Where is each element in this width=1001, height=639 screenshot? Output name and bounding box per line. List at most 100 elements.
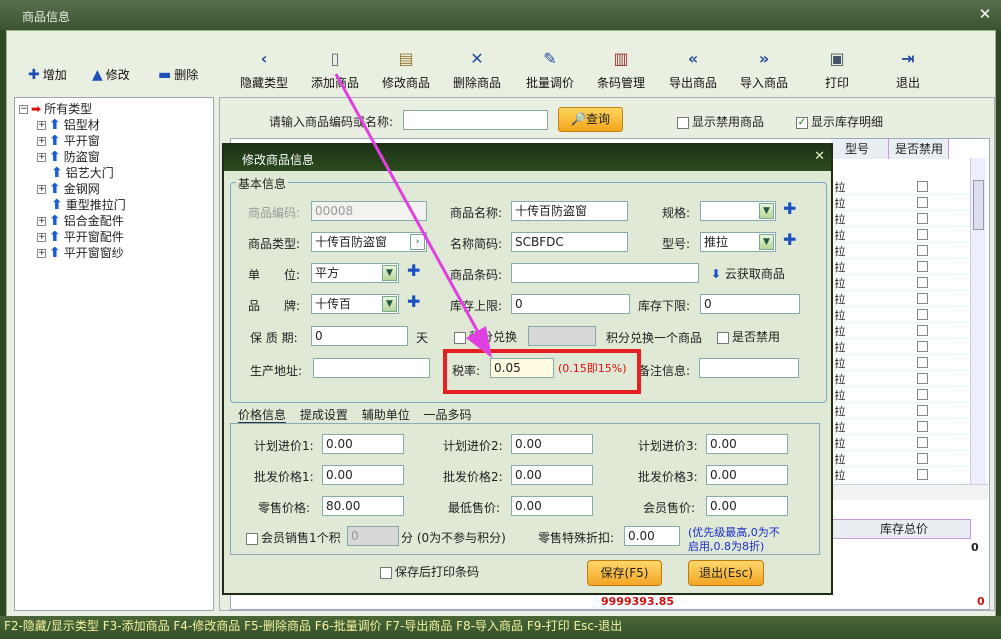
tree-root[interactable]: − ➡ 所有类型 bbox=[19, 100, 92, 117]
retail-price-field[interactable]: 80.00 bbox=[322, 496, 404, 516]
disabled-cell-checkbox[interactable] bbox=[917, 373, 928, 384]
tree-item[interactable]: + ⬆ 平开窗 bbox=[37, 132, 100, 149]
plan-price3-field[interactable]: 0.00 bbox=[706, 434, 788, 454]
disabled-cell-checkbox[interactable] bbox=[917, 325, 928, 336]
hide-type-button[interactable]: ‹ 隐藏类型 bbox=[232, 44, 296, 96]
grid-vertical-scrollbar[interactable] bbox=[970, 158, 986, 498]
show-stock-detail-checkbox[interactable]: ✓ 显示库存明细 bbox=[796, 113, 883, 130]
disabled-cell-checkbox[interactable] bbox=[917, 389, 928, 400]
table-row[interactable]: 拉 bbox=[831, 275, 979, 291]
query-button[interactable]: 🔎查询 bbox=[558, 107, 623, 132]
table-row[interactable]: 拉 bbox=[831, 339, 979, 355]
member-price-field[interactable]: 0.00 bbox=[706, 496, 788, 516]
disabled-cell-checkbox[interactable] bbox=[917, 405, 928, 416]
disabled-cell-checkbox[interactable] bbox=[917, 261, 928, 272]
table-row[interactable]: 拉 bbox=[831, 419, 979, 435]
table-row[interactable]: 拉 bbox=[831, 435, 979, 451]
barcode-field[interactable] bbox=[511, 263, 699, 283]
table-row[interactable]: 拉 bbox=[831, 179, 979, 195]
model-cell: 拉 bbox=[834, 469, 846, 482]
disabled-cell-checkbox[interactable] bbox=[917, 437, 928, 448]
chevron-down-icon[interactable]: ▼ bbox=[759, 203, 774, 219]
tab-price-info[interactable]: 价格信息 bbox=[238, 408, 287, 423]
disabled-cell-checkbox[interactable] bbox=[917, 213, 928, 224]
add-spec-icon[interactable]: ✚ bbox=[783, 199, 796, 218]
col-header-stock-total[interactable]: 库存总价 bbox=[831, 519, 971, 539]
save-button[interactable]: 保存(F5) bbox=[587, 560, 662, 586]
model-select[interactable]: 推拉 ▼ bbox=[700, 232, 776, 252]
disabled-cell-checkbox[interactable] bbox=[917, 181, 928, 192]
dialog-close-icon[interactable]: ✕ bbox=[814, 149, 825, 164]
export-products-button[interactable]: « 导出商品 bbox=[661, 44, 725, 96]
print-button[interactable]: ▣ 打印 bbox=[805, 44, 869, 96]
disabled-cell-checkbox[interactable] bbox=[917, 309, 928, 320]
table-row[interactable]: 拉 bbox=[831, 467, 979, 483]
basic-info-label: 基本信息 bbox=[236, 175, 289, 192]
tree-item[interactable]: + ⬆ 平开窗配件 bbox=[37, 228, 124, 245]
disabled-cell-checkbox[interactable] bbox=[917, 229, 928, 240]
double-left-icon: « bbox=[687, 49, 699, 68]
exit-button[interactable]: ⇥ 退出 bbox=[876, 44, 940, 96]
table-row[interactable]: 拉 bbox=[831, 323, 979, 339]
dialog-exit-button[interactable]: 退出(Esc) bbox=[688, 560, 764, 586]
disabled-cell-checkbox[interactable] bbox=[917, 469, 928, 480]
tree-item[interactable]: ⬆ 铝艺大门 bbox=[51, 164, 114, 181]
batch-price-button[interactable]: ✎ 批量调价 bbox=[518, 44, 582, 96]
is-disabled-checkbox[interactable]: 是否禁用 bbox=[717, 328, 780, 345]
disabled-cell-checkbox[interactable] bbox=[917, 245, 928, 256]
tree-item[interactable]: + ⬆ 平开窗窗纱 bbox=[37, 244, 124, 261]
name-field[interactable]: 十传百防盗窗 bbox=[511, 201, 628, 221]
tree-item[interactable]: + ⬆ 防盗窗 bbox=[37, 148, 100, 165]
cloud-fetch-button[interactable]: ⬇ 云获取商品 bbox=[711, 265, 785, 282]
tree-item[interactable]: + ⬆ 铝合金配件 bbox=[37, 212, 124, 229]
table-row[interactable]: 拉 bbox=[831, 227, 979, 243]
table-row[interactable]: 拉 bbox=[831, 243, 979, 259]
disabled-cell-checkbox[interactable] bbox=[917, 341, 928, 352]
tab-multi-code[interactable]: 一品多码 bbox=[424, 408, 472, 422]
wholesale3-field[interactable]: 0.00 bbox=[706, 465, 788, 485]
show-disabled-checkbox[interactable]: 显示禁用商品 bbox=[677, 113, 764, 130]
disabled-cell-checkbox[interactable] bbox=[917, 357, 928, 368]
remark-field[interactable] bbox=[699, 358, 799, 378]
tree-item[interactable]: ⬆ 重型推拉门 bbox=[51, 196, 126, 213]
min-price-field[interactable]: 0.00 bbox=[511, 496, 593, 516]
table-row[interactable]: 拉 bbox=[831, 195, 979, 211]
plan-price2-field[interactable]: 0.00 bbox=[511, 434, 593, 454]
wholesale2-field[interactable]: 0.00 bbox=[511, 465, 593, 485]
table-row[interactable]: 拉 bbox=[831, 291, 979, 307]
col-header-disabled[interactable]: 是否禁用 bbox=[889, 139, 949, 159]
short-code-field[interactable]: SCBFDC bbox=[511, 232, 628, 252]
tree-item[interactable]: + ⬆ 金钢网 bbox=[37, 180, 100, 197]
window-close-icon[interactable]: ✕ bbox=[975, 4, 995, 24]
disabled-cell-checkbox[interactable] bbox=[917, 293, 928, 304]
table-row[interactable]: 拉 bbox=[831, 371, 979, 387]
disabled-cell-checkbox[interactable] bbox=[917, 453, 928, 464]
grid-horizontal-scrollbar[interactable] bbox=[832, 484, 988, 500]
add-model-icon[interactable]: ✚ bbox=[783, 230, 796, 249]
chevron-down-icon[interactable]: ▼ bbox=[759, 234, 774, 250]
disabled-cell-checkbox[interactable] bbox=[917, 197, 928, 208]
tree-item[interactable]: + ⬆ 铝型材 bbox=[37, 116, 100, 133]
col-header-model[interactable]: 型号 bbox=[831, 139, 889, 159]
member-points-checkbox[interactable]: 会员销售1个积 bbox=[246, 529, 341, 546]
plan-price1-field[interactable]: 0.00 bbox=[322, 434, 404, 454]
import-products-button[interactable]: » 导入商品 bbox=[732, 44, 796, 96]
table-row[interactable]: 拉 bbox=[831, 355, 979, 371]
table-row[interactable]: 拉 bbox=[831, 451, 979, 467]
table-row[interactable]: 拉 bbox=[831, 307, 979, 323]
disabled-cell-checkbox[interactable] bbox=[917, 277, 928, 288]
stock-min-field[interactable]: 0 bbox=[700, 294, 800, 314]
table-row[interactable]: 拉 bbox=[831, 403, 979, 419]
disabled-cell-checkbox[interactable] bbox=[917, 421, 928, 432]
tab-commission[interactable]: 提成设置 bbox=[300, 408, 348, 422]
stock-max-field[interactable]: 0 bbox=[511, 294, 630, 314]
barcode-manage-button[interactable]: ▥ 条码管理 bbox=[589, 44, 653, 96]
table-row[interactable]: 拉 bbox=[831, 387, 979, 403]
spec-select[interactable]: ▼ bbox=[700, 201, 776, 221]
print-after-save-checkbox[interactable]: 保存后打印条码 bbox=[380, 563, 479, 580]
tab-aux-unit[interactable]: 辅助单位 bbox=[362, 408, 410, 422]
wholesale1-field[interactable]: 0.00 bbox=[322, 465, 404, 485]
table-row[interactable]: 拉 bbox=[831, 259, 979, 275]
table-row[interactable]: 拉 bbox=[831, 211, 979, 227]
discount-field[interactable]: 0.00 bbox=[624, 526, 680, 546]
